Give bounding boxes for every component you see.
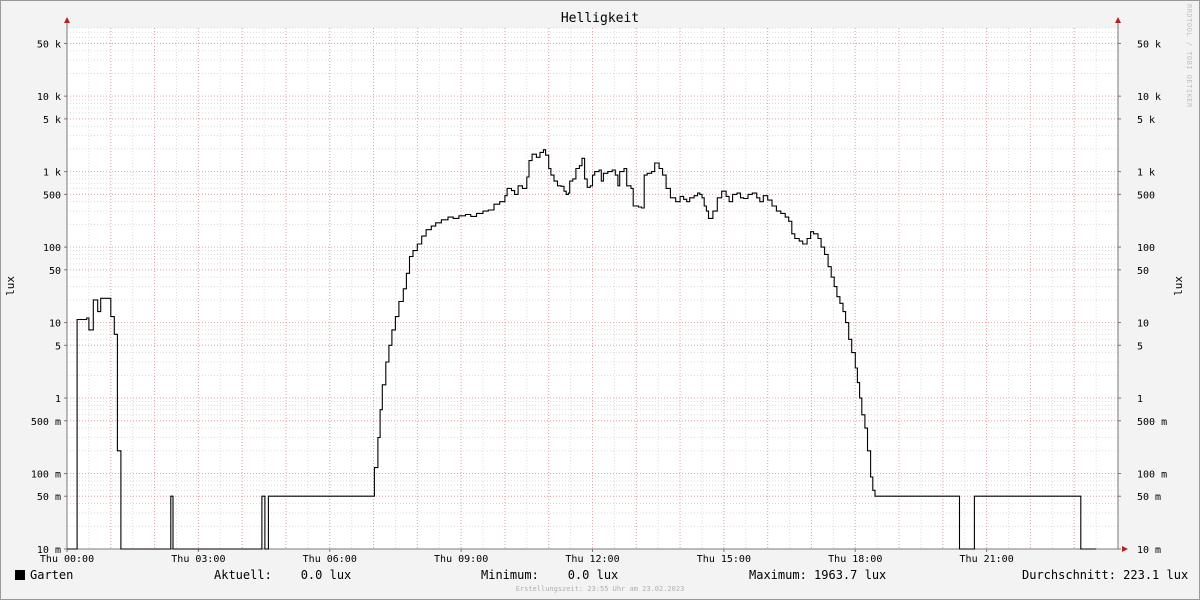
x-tick-label: Thu 00:00 (40, 554, 94, 565)
y-tick-label-left: 500 (43, 190, 61, 201)
x-axis-arrow (1122, 546, 1128, 552)
x-tick-label: Thu 21:00 (960, 554, 1014, 565)
y-tick-label-left: 50 k (37, 39, 61, 50)
x-tick-label: Thu 18:00 (828, 554, 882, 565)
x-tick-label: Thu 15:00 (697, 554, 751, 565)
creation-timestamp: Erstellungszeit: 23:55 Uhr am 23.02.2023 (515, 585, 685, 593)
y-tick-label-left: 100 (43, 243, 61, 254)
chart-window: Helligkeit 10 m 10 m 50 m 50 m 100 m 100 m 500… (0, 0, 1200, 600)
y-tick-label-left: 100 m (31, 470, 61, 481)
legend-minimum-value: Minimum: 0.0 lux (481, 568, 619, 582)
x-tick-label: Thu 03:00 (171, 554, 225, 565)
y-tick-label-right: 10 m (1137, 545, 1161, 556)
legend-average-value: Durchschnitt: 223.1 lux (1022, 568, 1189, 582)
brightness-chart: 10 m 10 m50 m 50 m100 m 100 m500 m 500 m1 15 5… (31, 17, 1167, 565)
y-axis-label-right: lux (1172, 276, 1185, 296)
rrdtool-watermark: RRDTOOL / TOBI OETIKER (1185, 4, 1193, 108)
legend-series-name: Garten (30, 568, 74, 582)
y-axis-right-arrow (1115, 17, 1121, 23)
x-tick-label: Thu 09:00 (434, 554, 488, 565)
y-tick-label-right: 50 (1137, 266, 1149, 277)
y-tick-label-left: 1 k (43, 168, 61, 179)
y-tick-label-right: 1 (1137, 394, 1143, 405)
y-tick-label-left: 10 (49, 319, 61, 330)
y-tick-label-right: 1 k (1137, 168, 1155, 179)
x-tick-label: Thu 12:00 (565, 554, 619, 565)
y-tick-label-right: 500 (1137, 190, 1155, 201)
y-axis-left-arrow (64, 17, 70, 23)
y-tick-label-right: 50 m (1137, 492, 1161, 503)
x-tick-label: Thu 06:00 (303, 554, 357, 565)
legend-maximum-value: Maximum: 1963.7 lux (749, 568, 887, 582)
y-tick-label-left: 10 k (37, 92, 61, 103)
y-tick-label-right: 10 (1137, 319, 1149, 330)
y-tick-label-right: 100 m (1137, 470, 1167, 481)
y-tick-label-right: 10 k (1137, 92, 1161, 103)
y-tick-label-left: 50 m (37, 492, 61, 503)
y-tick-label-left: 5 (55, 341, 61, 352)
legend-current-value: Aktuell: 0.0 lux (214, 568, 352, 582)
y-tick-label-right: 100 (1137, 243, 1155, 254)
y-axis-label-left: lux (4, 276, 17, 296)
y-tick-label-right: 500 m (1137, 417, 1167, 428)
y-tick-label-left: 1 (55, 394, 61, 405)
y-tick-label-right: 5 k (1137, 115, 1155, 126)
legend-color-swatch (15, 570, 25, 580)
y-tick-label-right: 50 k (1137, 39, 1161, 50)
y-tick-label-right: 5 (1137, 341, 1143, 352)
y-tick-label-left: 500 m (31, 417, 61, 428)
y-tick-label-left: 5 k (43, 115, 61, 126)
y-tick-label-left: 50 (49, 266, 61, 277)
